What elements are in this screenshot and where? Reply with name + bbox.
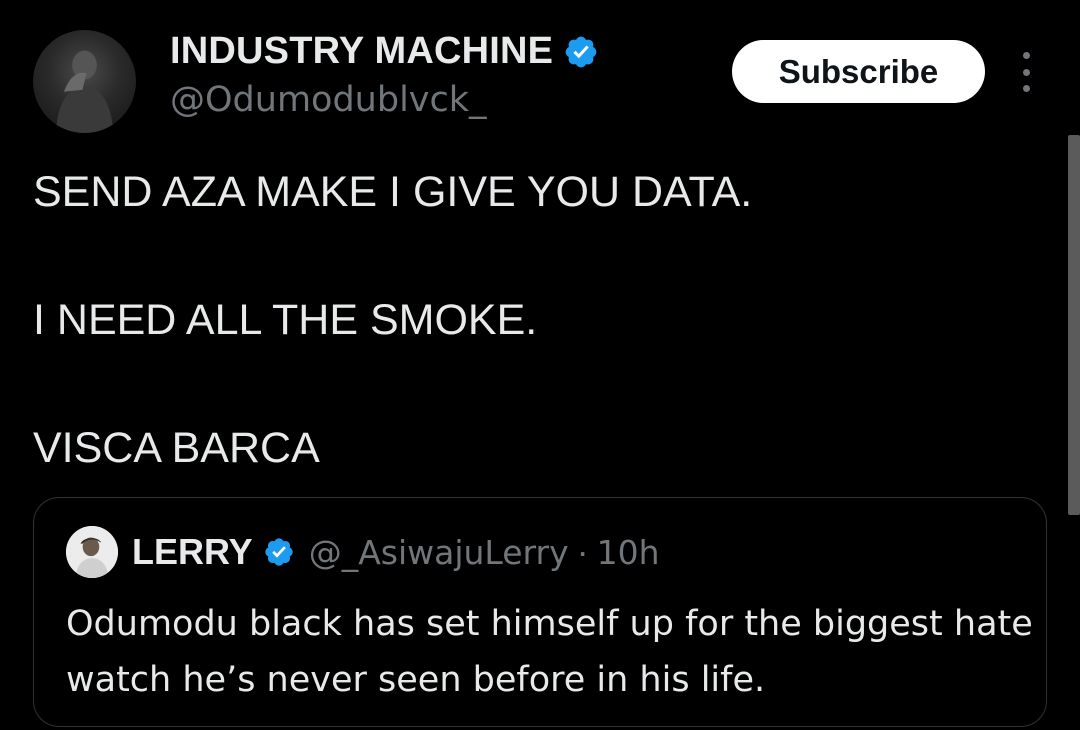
quoted-tweet-header: LERRY @_AsiwajuLerry · 10h	[66, 526, 660, 578]
quoted-avatar	[66, 526, 118, 578]
avatar-photo	[55, 50, 114, 133]
verified-badge-icon	[263, 536, 295, 568]
more-vertical-icon[interactable]	[1012, 52, 1040, 92]
tweet-paragraph: I NEED ALL THE SMOKE.	[33, 296, 538, 344]
quoted-timestamp[interactable]: 10h	[597, 533, 660, 572]
avatar[interactable]	[33, 30, 136, 133]
separator-dot: ·	[576, 531, 589, 572]
author-display-name[interactable]: INDUSTRY MACHINE	[170, 30, 553, 73]
author-display-name-row[interactable]: INDUSTRY MACHINE	[170, 30, 599, 73]
tweet-text: SEND AZA MAKE I GIVE YOU DATA. I NEED AL…	[33, 160, 1013, 480]
tweet-paragraph: VISCA BARCA	[33, 424, 320, 472]
quoted-tweet-card[interactable]: LERRY @_AsiwajuLerry · 10h Odumodu black…	[33, 497, 1047, 727]
quoted-tweet-text: Odumodu black has set himself up for the…	[66, 604, 1033, 700]
tweet-paragraph: SEND AZA MAKE I GIVE YOU DATA.	[33, 168, 753, 216]
author-handle[interactable]: @Odumodublvck_	[170, 80, 487, 120]
quoted-display-name[interactable]: LERRY	[132, 531, 253, 573]
subscribe-button[interactable]: Subscribe	[732, 40, 985, 103]
verified-badge-icon[interactable]	[563, 34, 599, 70]
scrollbar[interactable]	[1068, 135, 1080, 515]
quoted-handle[interactable]: @_AsiwajuLerry	[309, 533, 569, 572]
